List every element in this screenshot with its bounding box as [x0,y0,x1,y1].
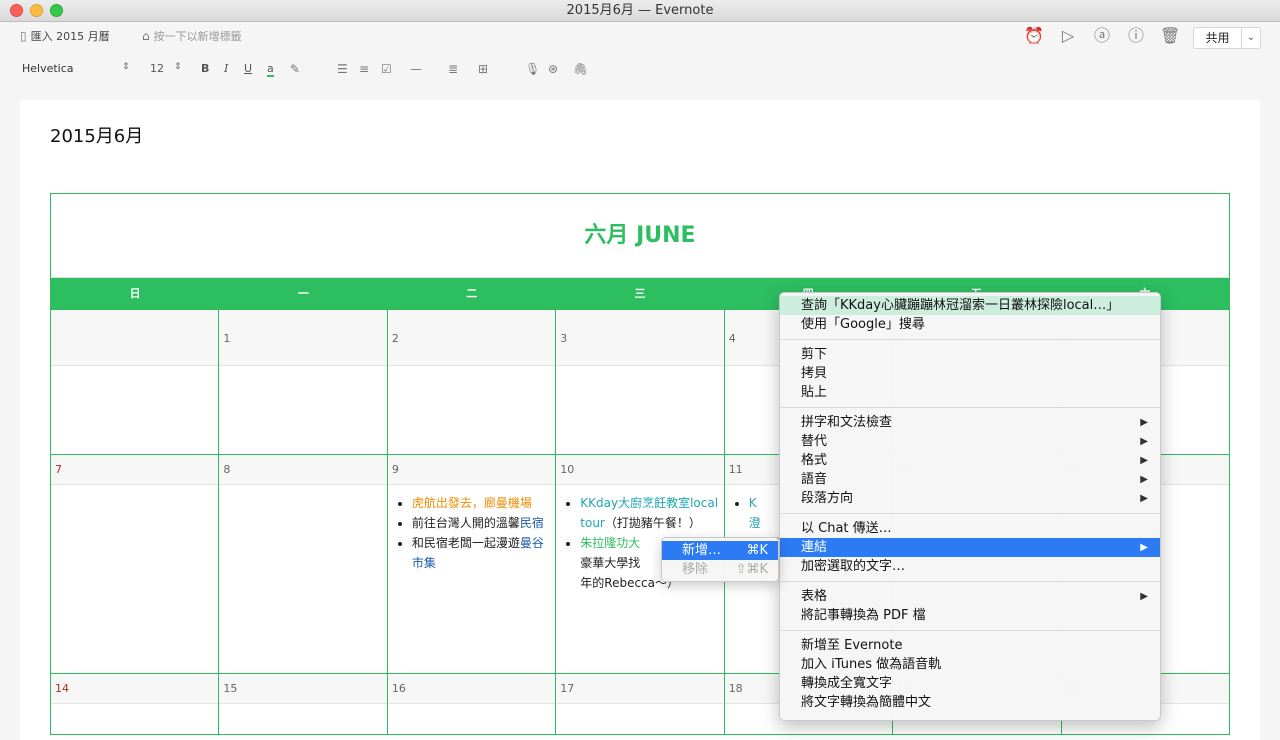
horizontal-rule-icon[interactable]: — [410,62,422,76]
trash-icon[interactable]: 🗑 [1160,26,1180,46]
text-color-button[interactable]: a [267,62,274,77]
submenu-arrow-icon: ▶ [1140,591,1148,602]
font-family-select[interactable]: Helvetica [22,62,74,75]
calendar-day[interactable]: 15 [218,674,387,734]
link-submenu: 新增… ⌘K 移除 ⇧⌘K [661,537,779,582]
minimize-window-button[interactable] [30,4,43,17]
menu-item-simplified-chinese[interactable]: 將文字轉換為簡體中文 [780,693,1160,712]
format-toolbar: Helvetica ⇕ 12 ⇕ B I U a ✎ ☰ ≡ ☑ — ≣ ⊞ 🎙… [0,56,1280,82]
calendar-day[interactable]: 9 虎航出發去，廊曼機場 前往台灣人開的溫馨民宿 和民宿老闆一起漫遊曼谷市集 [386,455,556,673]
italic-button[interactable]: I [224,62,228,75]
reminder-icon[interactable]: ⏰ [1024,26,1044,46]
submenu-arrow-icon: ▶ [1140,542,1148,553]
calendar-day[interactable]: 17 [555,674,724,734]
calendar-day[interactable]: 14 [51,674,219,734]
menu-item-paste[interactable]: 貼上 [780,383,1160,402]
menu-item-fullwidth[interactable]: 轉換成全寬文字 [780,674,1160,693]
menu-item-substitutions[interactable]: 替代 ▶ [780,432,1160,451]
menu-item-link[interactable]: 連結 ▶ [780,538,1160,557]
zoom-window-button[interactable] [50,4,63,17]
note-title[interactable]: 2015月6月 [50,122,143,148]
submenu-item-remove-link[interactable]: 移除 ⇧⌘K [662,560,778,579]
weekday-wed: 三 [634,287,646,300]
notebook-icon: ▯ [20,29,27,43]
bold-button[interactable]: B [201,62,209,75]
context-menu: 查詢「KKday心臟蹦蹦林冠溜索一日叢林探險local…」 使用「Google」… [779,292,1161,721]
microphone-icon[interactable]: 🎙 [525,62,540,76]
menu-divider [780,581,1160,582]
highlight-icon[interactable]: ✎ [290,62,300,76]
menu-item-google-search[interactable]: 使用「Google」搜尋 [780,315,1160,334]
weekday-sun: 日 [129,287,141,300]
camera-icon[interactable]: ⊛ [548,62,558,76]
submenu-arrow-icon: ▶ [1140,436,1148,447]
submenu-item-new-link[interactable]: 新增… ⌘K [662,541,778,560]
calendar-day[interactable]: 8 [218,455,387,673]
work-chat-icon[interactable]: ⓐ [1092,26,1112,46]
note-toolbar: ▯ 匯入 2015 月曆 ⌂ 按一下以新增標籤 ⏰ ▷ ⓐ ⓘ 🗑 共用 ⌄ [0,22,1280,52]
list-item[interactable]: 前往台灣人開的溫馨民宿 [412,513,551,533]
alignment-icon[interactable]: ≣ [448,62,458,76]
calendar-day[interactable]: 3 [555,310,724,454]
menu-item-send-chat[interactable]: 以 Chat 傳送… [780,519,1160,538]
close-window-button[interactable] [10,4,23,17]
toolbar-actions: ⏰ ▷ ⓐ ⓘ 🗑 [1024,26,1180,46]
list-item[interactable]: KKday大廚烹飪教室local tour（打拋豬午餐！） [580,493,719,533]
window-titlebar: 2015月6月 — Evernote [0,0,1280,22]
menu-item-encrypt[interactable]: 加密選取的文字… [780,557,1160,576]
share-button[interactable]: 共用 ⌄ [1193,27,1261,49]
calendar-day[interactable]: 2 [386,310,556,454]
menu-item-format[interactable]: 格式 ▶ [780,451,1160,470]
calendar-day[interactable] [51,310,219,454]
menu-item-add-itunes[interactable]: 加入 iTunes 做為語音軌 [780,655,1160,674]
list-item[interactable]: 虎航出發去，廊曼機場 [412,493,551,513]
submenu-arrow-icon: ▶ [1140,455,1148,466]
calendar-day[interactable]: 7 [51,455,219,673]
list-item[interactable]: 和民宿老闆一起漫遊曼谷市集 [412,533,551,573]
menu-item-speech[interactable]: 語音 ▶ [780,470,1160,489]
font-size-select[interactable]: 12 [150,62,164,75]
menu-divider [780,513,1160,514]
submenu-arrow-icon: ▶ [1140,417,1148,428]
checkbox-icon[interactable]: ☑ [381,62,392,76]
calendar-title: 六月 JUNE [51,194,1229,278]
menu-item-cut[interactable]: 剪下 [780,345,1160,364]
menu-item-table[interactable]: 表格 ▶ [780,587,1160,606]
attachment-icon[interactable]: 🖇 [573,62,588,76]
info-icon[interactable]: ⓘ [1126,26,1146,46]
weekday-mon: 一 [297,287,309,300]
menu-item-paragraph-direction[interactable]: 段落方向 ▶ [780,489,1160,508]
calendar-day[interactable]: 1 [218,310,387,454]
underline-button[interactable]: U [244,62,252,75]
calendar-day[interactable]: 16 [386,674,556,734]
window-title: 2015月6月 — Evernote [566,3,714,18]
chevron-down-icon[interactable]: ⌄ [1242,28,1260,48]
tag-icon: ⌂ [142,29,150,43]
menu-divider [780,339,1160,340]
font-size-stepper-icon[interactable]: ⇕ [174,62,182,72]
numbered-list-icon[interactable]: ≡ [359,62,369,76]
menu-divider [780,407,1160,408]
menu-item-lookup[interactable]: 查詢「KKday心臟蹦蹦林冠溜索一日叢林探險local…」 [780,296,1160,315]
menu-item-convert-pdf[interactable]: 將記事轉換為 PDF 檔 [780,606,1160,625]
menu-item-copy[interactable]: 拷貝 [780,364,1160,383]
menu-divider [780,630,1160,631]
table-icon[interactable]: ⊞ [478,62,488,76]
submenu-arrow-icon: ▶ [1140,474,1148,485]
notebook-selector[interactable]: ▯ 匯入 2015 月曆 [20,28,110,44]
weekday-tue: 二 [466,287,478,300]
submenu-arrow-icon: ▶ [1140,493,1148,504]
add-tag-field[interactable]: ⌂ 按一下以新增標籤 [142,28,242,44]
font-family-stepper-icon[interactable]: ⇕ [122,62,130,72]
bulleted-list-icon[interactable]: ☰ [337,62,348,76]
presentation-icon[interactable]: ▷ [1058,26,1078,46]
menu-item-add-to-evernote[interactable]: 新增至 Evernote [780,636,1160,655]
menu-item-spelling[interactable]: 拼字和文法檢查 ▶ [780,413,1160,432]
